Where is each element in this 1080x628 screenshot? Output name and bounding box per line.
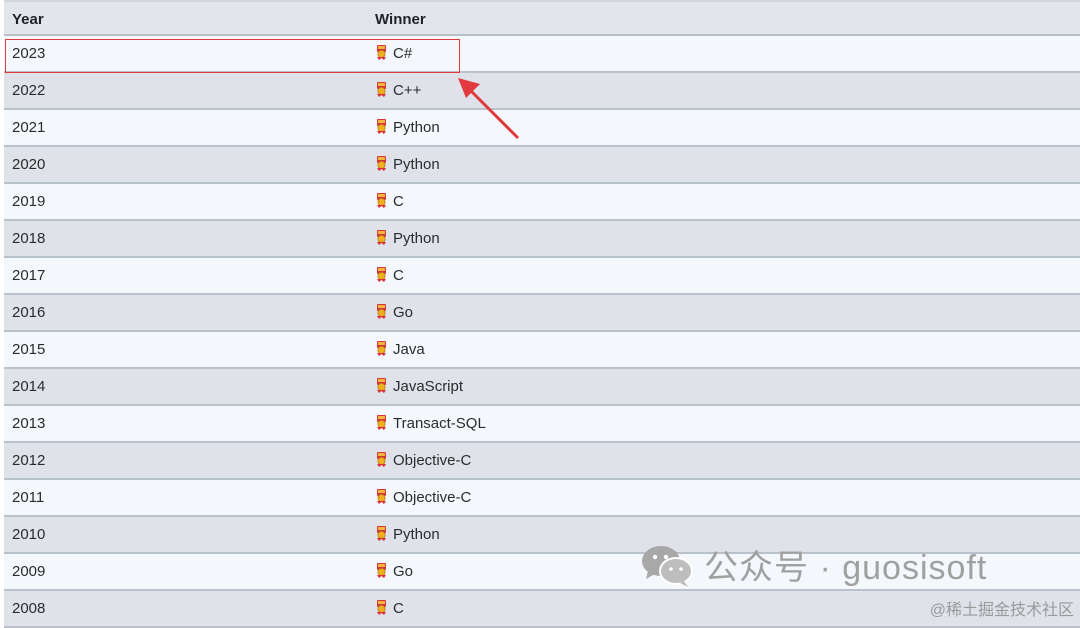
table-row: 2017 C xyxy=(4,258,1080,295)
winner-label: C# xyxy=(393,45,413,62)
year-cell: 2012 xyxy=(12,452,46,469)
winner-label: Objective-C xyxy=(393,452,472,469)
winner-label: Python xyxy=(393,119,440,136)
header-winner[interactable]: Winner xyxy=(375,11,426,28)
year-cell: 2020 xyxy=(12,156,46,173)
winner-cell: JavaScript xyxy=(375,378,463,395)
year-cell: 2008 xyxy=(12,600,46,617)
medal-icon xyxy=(375,156,388,171)
winner-cell: C xyxy=(375,267,404,284)
medal-icon xyxy=(375,378,388,393)
medal-icon xyxy=(375,230,388,245)
winner-label: C xyxy=(393,600,404,617)
winner-cell: Python xyxy=(375,119,440,136)
winner-label: Python xyxy=(393,230,440,247)
year-cell: 2023 xyxy=(12,45,46,62)
winner-cell: C++ xyxy=(375,82,421,99)
medal-icon xyxy=(375,267,388,282)
year-cell: 2011 xyxy=(12,489,45,506)
year-cell: 2010 xyxy=(12,526,46,543)
winner-cell: Objective-C xyxy=(375,489,471,506)
table-row: 2014 JavaScript xyxy=(4,369,1080,406)
winner-label: Transact-SQL xyxy=(393,415,486,432)
medal-icon xyxy=(375,452,388,467)
medal-icon xyxy=(375,82,388,97)
table-row: 2023 C# xyxy=(4,36,1080,73)
year-cell: 2015 xyxy=(12,341,46,358)
year-cell: 2016 xyxy=(12,304,46,321)
winner-label: Java xyxy=(393,341,425,358)
watermark-secondary: @稀土掘金技术社区 xyxy=(929,602,1074,619)
table-row: 2013 Transact-SQL xyxy=(4,406,1080,443)
wechat-icon xyxy=(642,545,693,587)
medal-icon xyxy=(375,563,388,578)
winners-table: Year Winner 2023 C# 2022 C++ 2021 Python 2020 P… xyxy=(4,0,1080,628)
table-row: 2021 Python xyxy=(4,110,1080,147)
winner-cell: Java xyxy=(375,341,425,358)
winner-cell: Go xyxy=(375,304,413,321)
medal-icon xyxy=(375,341,388,356)
year-cell: 2009 xyxy=(12,563,46,580)
medal-icon xyxy=(375,415,388,430)
watermark: 公众号 · guosisoft xyxy=(640,540,987,589)
table-row: 2018 Python xyxy=(4,221,1080,258)
winner-cell: Transact-SQL xyxy=(375,415,486,432)
winner-cell: C xyxy=(375,600,404,617)
winner-cell: Objective-C xyxy=(375,452,471,469)
winner-label: Go xyxy=(393,563,414,580)
year-cell: 2014 xyxy=(12,378,46,395)
medal-icon xyxy=(375,600,388,615)
table-row: 2020 Python xyxy=(4,147,1080,184)
winner-cell: Go xyxy=(375,563,413,580)
year-cell: 2017 xyxy=(12,267,46,284)
table-row: 2012 Objective-C xyxy=(4,443,1080,480)
year-cell: 2013 xyxy=(12,415,46,432)
medal-icon xyxy=(375,45,388,60)
winner-label: Objective-C xyxy=(393,489,472,506)
winner-cell: C# xyxy=(375,45,412,62)
winner-cell: Python xyxy=(375,230,440,247)
header-year[interactable]: Year xyxy=(12,11,44,28)
medal-icon xyxy=(375,119,388,134)
table-row: 2011 Objective-C xyxy=(4,480,1080,517)
table-header: Year Winner xyxy=(4,0,1080,36)
winner-label: JavaScript xyxy=(393,378,464,395)
medal-icon xyxy=(375,489,388,504)
winner-cell: Python xyxy=(375,526,440,543)
table-row: 2015 Java xyxy=(4,332,1080,369)
table-row: 2016 Go xyxy=(4,295,1080,332)
winner-label: Python xyxy=(393,156,440,173)
winner-label: C xyxy=(393,267,404,284)
watermark-text: 公众号 · guosisoft xyxy=(704,549,988,587)
winner-cell: C xyxy=(375,193,404,210)
year-cell: 2022 xyxy=(12,82,46,99)
table-row: 2022 C++ xyxy=(4,73,1080,110)
winner-label: C++ xyxy=(393,82,422,99)
winner-label: Python xyxy=(393,526,440,543)
medal-icon xyxy=(375,193,388,208)
year-cell: 2019 xyxy=(12,193,46,210)
winner-label: C xyxy=(393,193,404,210)
winner-label: Go xyxy=(393,304,414,321)
medal-icon xyxy=(375,304,388,319)
year-cell: 2021 xyxy=(12,119,46,136)
table-row: 2008 C xyxy=(4,591,1080,628)
table-row: 2019 C xyxy=(4,184,1080,221)
medal-icon xyxy=(375,526,388,541)
winner-cell: Python xyxy=(375,156,440,173)
year-cell: 2018 xyxy=(12,230,46,247)
